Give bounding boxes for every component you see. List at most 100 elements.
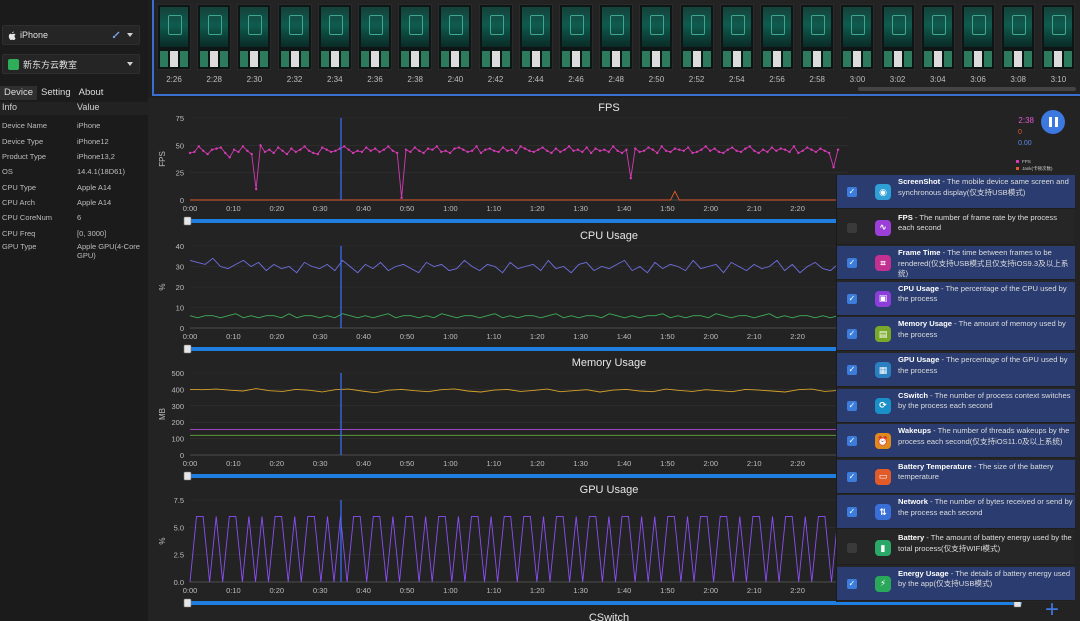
chart-point xyxy=(316,152,320,156)
screenshot-thumbnail[interactable] xyxy=(559,4,593,70)
metric-row-battery[interactable]: ▮ Battery - The amount of battery energy … xyxy=(837,531,1075,565)
info-row-label: Device Type xyxy=(2,137,44,146)
screenshot-thumbnail[interactable] xyxy=(719,4,754,70)
info-header-value: Value xyxy=(77,102,100,112)
screenshot-timeline[interactable]: 2:26 2:28 2:30 2:32 2:34 2:36 2:38 2:40 2:42 2:44… xyxy=(152,0,1080,96)
tab-device[interactable]: Device xyxy=(0,86,38,100)
tab-setting[interactable]: Setting xyxy=(37,86,75,100)
metric-row-screenshot[interactable]: ✓ ◉ ScreenShot - The mobile device same sc… xyxy=(837,175,1075,209)
thumbnail-time-label: 2:38 xyxy=(407,75,423,84)
chart-x-tick: 1:20 xyxy=(530,459,545,468)
screenshot-thumbnail[interactable] xyxy=(679,4,714,70)
screenshot-thumbnail[interactable] xyxy=(639,4,674,70)
chart-y-tick: 2.5 xyxy=(174,551,184,560)
thumbnail-time-label: 2:56 xyxy=(769,75,785,84)
chart-x-tick: 0:30 xyxy=(313,204,328,213)
chart-x-tick: 1:20 xyxy=(530,332,545,341)
chart-point xyxy=(753,149,756,152)
screenshot-thumbnail[interactable] xyxy=(438,4,473,70)
screenshot-thumbnail[interactable] xyxy=(358,4,392,70)
chart-x-tick: 0:50 xyxy=(400,586,415,595)
chart-point xyxy=(722,151,725,155)
chart-point xyxy=(470,149,474,152)
metric-checkbox[interactable]: ✓ xyxy=(847,329,857,340)
tab-about[interactable]: About xyxy=(75,86,108,100)
screenshot-thumbnail[interactable] xyxy=(599,4,634,70)
chart-point xyxy=(246,149,249,152)
metric-checkbox[interactable]: ✓ xyxy=(847,400,857,411)
chart-point xyxy=(717,150,721,154)
screenshot-thumbnail[interactable] xyxy=(478,4,513,70)
screenshot-thumbnail[interactable] xyxy=(157,4,191,70)
metric-row-memory-usage[interactable]: ✓ ▤ Memory Usage - The amount of memory us… xyxy=(837,317,1075,352)
timeline-scrollbar[interactable] xyxy=(858,87,1076,91)
screenshot-thumbnail[interactable] xyxy=(197,4,232,70)
metric-checkbox[interactable]: ✓ xyxy=(847,365,857,375)
chart-x-tick: 2:10 xyxy=(747,459,762,468)
screenshot-thumbnail[interactable] xyxy=(800,4,835,70)
thumbnail-time-label: 2:58 xyxy=(809,75,825,84)
metric-row-battery-temperature[interactable]: ✓ ▭ Battery Temperature - The size of the … xyxy=(837,459,1075,494)
screenshot-thumbnail[interactable] xyxy=(317,4,352,70)
metric-row-frame-time[interactable]: ✓ ⌗ Frame Time - The time between frames t… xyxy=(837,246,1075,281)
chart-point xyxy=(761,148,765,151)
chart-point xyxy=(805,146,809,149)
chart-point xyxy=(638,150,641,154)
thumbnail-time-label: 2:46 xyxy=(568,75,584,84)
chart-x-tick: 0:20 xyxy=(269,586,284,595)
chart-point xyxy=(607,150,610,154)
chart-point xyxy=(426,147,430,150)
metric-row-energy-usage[interactable]: ✓ ⚡ Energy Usage - The details of battery … xyxy=(837,566,1075,601)
pause-button[interactable] xyxy=(1041,110,1065,134)
metric-row-network[interactable]: ✓ ⇅ Network - The number of bytes received… xyxy=(837,495,1075,530)
metric-checkbox[interactable] xyxy=(847,222,857,233)
chart-point xyxy=(395,151,399,155)
metric-description: Wakeups - The number of threads wakeups … xyxy=(898,426,1073,447)
chart-point xyxy=(281,149,284,152)
screenshot-thumbnail[interactable] xyxy=(237,4,272,70)
device-dropdown[interactable]: iPhone xyxy=(2,25,140,45)
metric-checkbox[interactable]: ✓ xyxy=(847,471,857,482)
fps-readout-value: 0.00 xyxy=(1018,140,1032,147)
metric-checkbox[interactable]: ✓ xyxy=(847,507,857,518)
screenshot-thumbnail[interactable] xyxy=(1041,4,1076,70)
screenshot-thumbnail[interactable] xyxy=(920,4,955,70)
metric-row-cpu-usage[interactable]: ✓ ▣ CPU Usage - The percentage of the CPU … xyxy=(837,281,1075,316)
chart-y-tick: 10 xyxy=(176,304,184,313)
screenshot-thumbnail[interactable] xyxy=(398,4,433,70)
chart-x-tick: 0:00 xyxy=(183,586,198,595)
screenshot-thumbnail[interactable] xyxy=(518,4,553,70)
chart-title: CPU Usage xyxy=(580,230,638,242)
screenshot-thumbnail[interactable] xyxy=(880,4,915,70)
chart-x-tick: 0:50 xyxy=(400,459,415,468)
screenshot-thumbnail[interactable] xyxy=(1001,4,1036,70)
metric-checkbox[interactable]: ✓ xyxy=(847,293,857,304)
chart-x-tick: 0:10 xyxy=(226,459,241,468)
app-dropdown[interactable]: 新东方云教室 xyxy=(2,54,140,74)
screenshot-thumbnail[interactable] xyxy=(277,4,312,70)
add-icon[interactable]: + xyxy=(1040,598,1064,621)
metric-checkbox[interactable]: ✓ xyxy=(847,436,857,447)
screenshot-thumbnail[interactable] xyxy=(961,4,995,70)
metric-row-fps[interactable]: ∿ FPS - The number of frame rate by the p… xyxy=(837,211,1075,245)
screenshot-thumbnail[interactable] xyxy=(840,4,875,70)
metric-row-cswitch[interactable]: ✓ ⟳ CSwitch - The number of process contex… xyxy=(837,388,1075,423)
chart-point xyxy=(770,146,774,149)
chart-x-tick: 1:20 xyxy=(530,586,545,595)
chart-point xyxy=(413,146,417,149)
chart-point xyxy=(466,150,469,154)
chart-point xyxy=(188,151,192,155)
metric-row-wakeups[interactable]: ✓ ⏰ Wakeups - The number of threads wakeup… xyxy=(837,424,1075,459)
metric-checkbox[interactable]: ✓ xyxy=(847,578,857,589)
metric-description: CPU Usage - The percentage of the CPU us… xyxy=(898,284,1073,305)
thumbnail-time-label: 3:06 xyxy=(970,75,986,84)
metric-checkbox[interactable] xyxy=(847,543,857,553)
metric-row-gpu-usage[interactable]: ✓ ▦ GPU Usage - The percentage of the GPU … xyxy=(837,353,1075,387)
chart-series-line xyxy=(190,190,838,201)
screenshot-thumbnail[interactable] xyxy=(760,4,794,70)
metric-checkbox[interactable]: ✓ xyxy=(847,187,857,197)
chart-x-tick: 2:20 xyxy=(790,586,805,595)
chart-point xyxy=(307,149,311,152)
metric-checkbox[interactable]: ✓ xyxy=(847,258,857,269)
metric-name: Energy Usage xyxy=(898,568,949,578)
